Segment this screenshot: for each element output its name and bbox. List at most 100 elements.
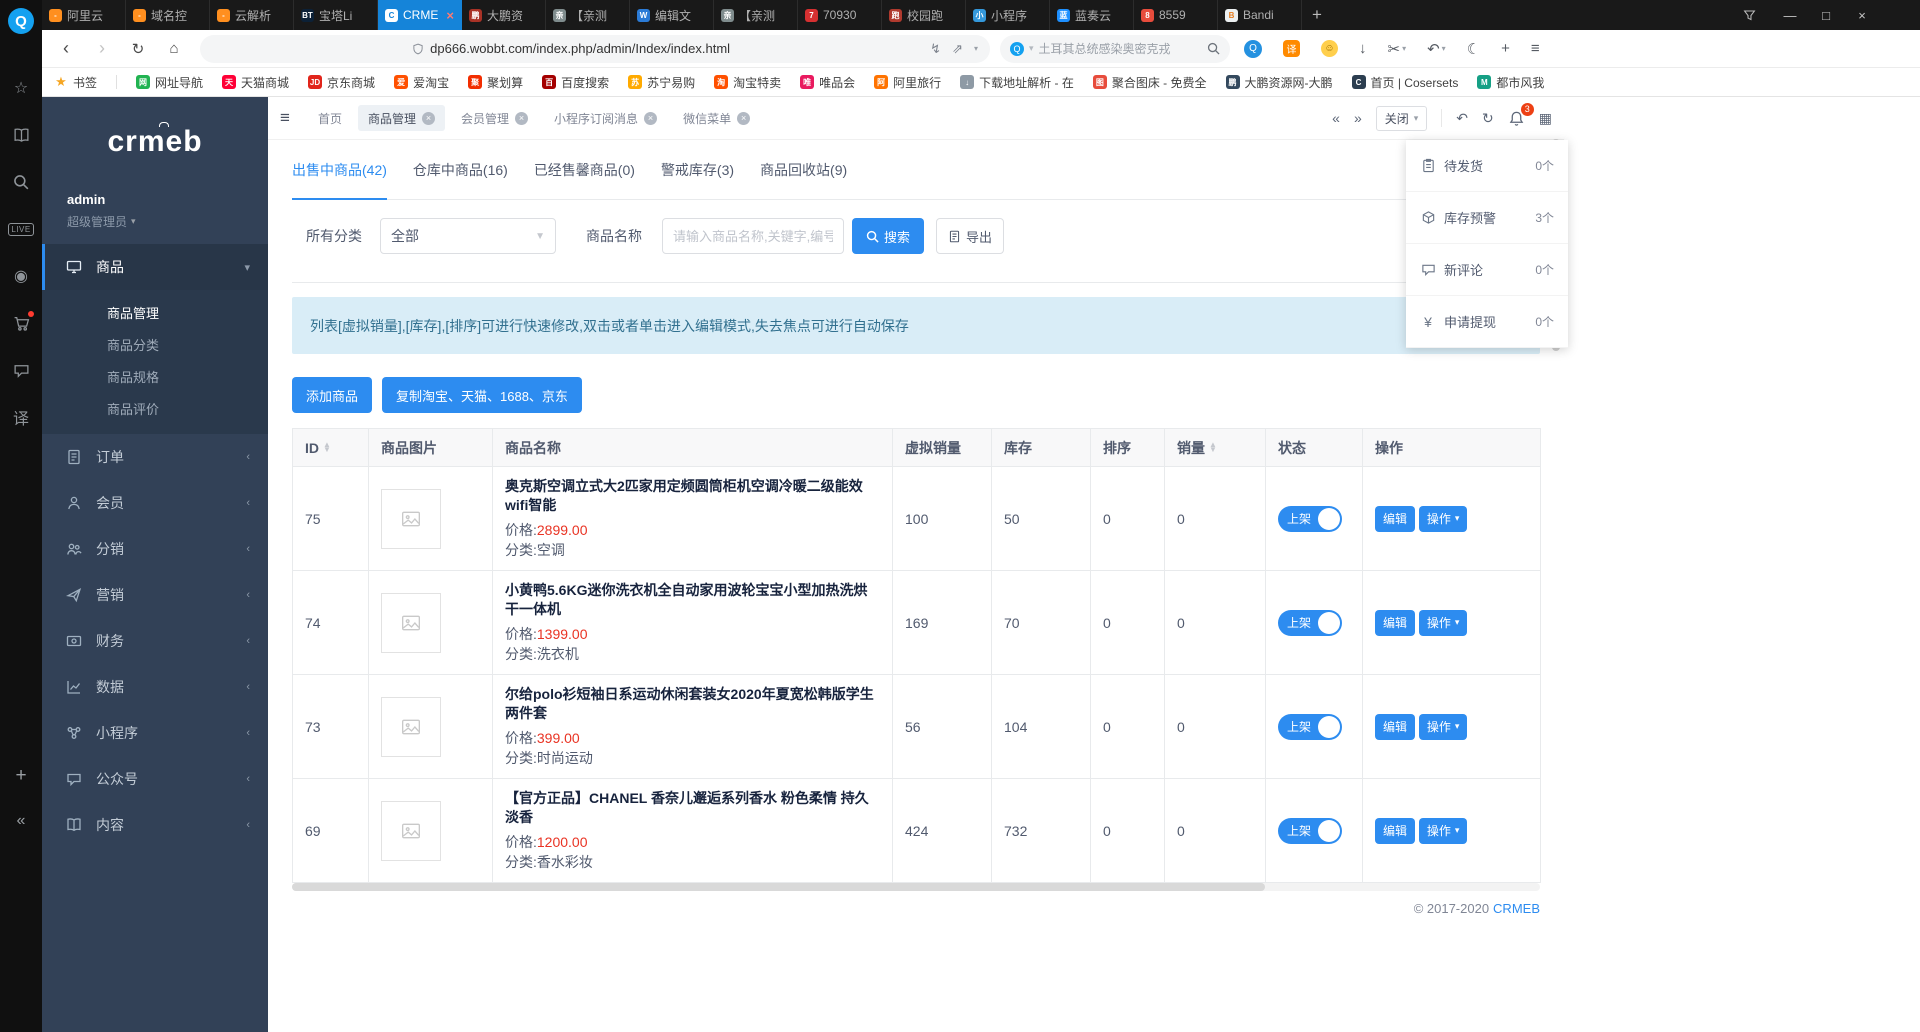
url-text[interactable]: dp666.wobbt.com/index.php/admin/Index/in… [430,41,730,56]
refresh-icon[interactable]: ↻ [1482,110,1494,127]
collapse-menu-icon[interactable]: ≡ [280,108,308,128]
virtual-sales-value[interactable]: 56 [905,719,921,735]
search-icon[interactable] [11,172,31,192]
bookmark-item[interactable]: JD京东商城 [308,74,375,91]
bookmark-item[interactable]: 聚聚划算 [468,74,523,91]
chevron-down-icon[interactable]: ▾ [1029,43,1034,54]
sidebar-item-members[interactable]: 会员‹ [42,480,268,526]
tab-stock-warning[interactable]: 警戒库存(3) [661,160,734,199]
tag-close-icon[interactable]: × [422,112,435,125]
more-actions-button[interactable]: 操作▾ [1419,506,1468,532]
search-icon[interactable] [1207,42,1220,55]
browser-tab[interactable]: 88559 [1134,0,1218,30]
sidebar-item-miniprogram[interactable]: 小程序‹ [42,710,268,756]
apps-icon[interactable]: ◉ [11,266,31,286]
ad-filter-icon[interactable] [1732,0,1766,30]
bookmark-item[interactable]: 网网址导航 [136,74,203,91]
share-icon[interactable]: ⇗ [952,41,963,57]
notif-item-new-comments[interactable]: 新评论0个 [1406,244,1568,296]
status-toggle[interactable]: 上架 [1278,714,1342,740]
close-tags-dropdown[interactable]: 关闭▾ [1376,106,1428,131]
virtual-sales-value[interactable]: 424 [905,823,928,839]
edit-button[interactable]: 编辑 [1375,818,1415,844]
product-title[interactable]: 奥克斯空调立式大2匹家用定频圆筒柜机空调冷暖二级能效wifi智能 [505,477,880,515]
product-image[interactable] [381,697,441,757]
undo-icon[interactable]: ↶ [1456,110,1468,127]
sidebar-item-official-account[interactable]: 公众号‹ [42,756,268,802]
tab-recycle-bin[interactable]: 商品回收站(9) [760,160,847,199]
chevron-down-icon[interactable]: ▾ [974,44,978,53]
download-icon[interactable]: ↓ [1359,40,1367,57]
copy-goods-button[interactable]: 复制淘宝、天猫、1688、京东 [382,377,582,413]
sidebar-item-goods-review[interactable]: 商品评价 [42,394,268,426]
bookmark-item[interactable]: 天天猫商城 [222,74,289,91]
night-mode-icon[interactable]: ☾ [1467,40,1480,58]
sidebar-item-content[interactable]: 内容‹ [42,802,268,848]
status-toggle[interactable]: 上架 [1278,506,1342,532]
admin-role[interactable]: 超级管理员▾ [67,213,268,230]
bookmark-item[interactable]: 苏苏宁易购 [628,74,695,91]
close-button[interactable]: × [1844,0,1880,30]
tab-soldout[interactable]: 已经售馨商品(0) [534,160,635,199]
browser-tab[interactable]: 亲【亲测 [714,0,798,30]
status-toggle[interactable]: 上架 [1278,610,1342,636]
category-select[interactable]: 全部▼ [380,218,556,254]
user-avatar[interactable]: Q [1244,40,1262,58]
page-tag-subscribe-message[interactable]: 小程序订阅消息× [544,105,667,131]
sort-value[interactable]: 0 [1103,615,1111,631]
more-actions-button[interactable]: 操作▾ [1419,610,1468,636]
browser-tab[interactable]: 鹏大鹏资 [462,0,546,30]
bookmark-item[interactable]: C首页 | Cosersets [1352,74,1459,91]
strip-collapse-icon[interactable]: « [0,812,42,830]
product-title[interactable]: 小黄鸭5.6KG迷你洗衣机全自动家用波轮宝宝小型加热洗烘干一体机 [505,581,880,619]
sidebar-item-goods-spec[interactable]: 商品规格 [42,362,268,394]
notif-item-pending-shipment[interactable]: 待发货0个 [1406,140,1568,192]
browser-tab[interactable]: 小小程序 [966,0,1050,30]
tab-close-icon[interactable]: × [446,8,454,23]
export-button[interactable]: 导出 [936,218,1004,254]
bookmark-item[interactable]: 阿阿里旅行 [874,74,941,91]
notif-item-stock-warning[interactable]: 库存预警3个 [1406,192,1568,244]
screenshot-icon[interactable]: ✂▾ [1388,40,1407,58]
status-toggle[interactable]: 上架 [1278,818,1342,844]
page-tag-home[interactable]: 首页 [308,105,352,131]
browser-tab[interactable]: -阿里云 [42,0,126,30]
translate-icon[interactable]: 译 [11,407,31,427]
bookmark-item[interactable]: 图聚合图床 - 免费全 [1093,74,1207,91]
page-tag-wechat-menu[interactable]: 微信菜单× [673,105,760,131]
search-button[interactable]: 搜索 [852,218,924,254]
sidebar-item-finance[interactable]: 财务‹ [42,618,268,664]
bookmark-item[interactable]: 爱爱淘宝 [394,74,449,91]
refresh-icon[interactable]: ↻ [120,40,156,58]
bookmark-item[interactable]: 淘淘宝特卖 [714,74,781,91]
hot-search-text[interactable]: 土耳其总统感染奥密克戎 [1039,40,1202,57]
reading-book-icon[interactable] [11,125,31,145]
sort-value[interactable]: 0 [1103,823,1111,839]
menu-icon[interactable]: ≡ [1531,40,1540,57]
translate-icon[interactable]: 译 [1283,40,1300,57]
page-tag-goods-manage[interactable]: 商品管理× [358,105,445,131]
live-icon[interactable]: LIVE [11,219,31,239]
bookmark-item[interactable]: ↓下载地址解析 - 在 [960,74,1074,91]
sort-value[interactable]: 0 [1103,719,1111,735]
site-info-icon[interactable] [412,43,424,55]
browser-tab[interactable]: 770930 [798,0,882,30]
shopping-cart-icon[interactable] [11,313,31,333]
search-engine-icon[interactable]: Q [1010,42,1024,56]
quick-search-box[interactable]: Q ▾ 土耳其总统感染奥密克戎 [1000,35,1230,63]
stock-value[interactable]: 104 [1004,719,1027,735]
bookmark-item[interactable]: M都市风我 [1477,74,1544,91]
tab-warehouse[interactable]: 仓库中商品(16) [413,160,508,199]
sort-icon[interactable]: ▲▼ [323,443,331,452]
product-image[interactable] [381,801,441,861]
add-icon[interactable]: + [1501,40,1510,57]
maximize-button[interactable]: □ [1808,0,1844,30]
bookmark-item[interactable]: 百百度搜索 [542,74,609,91]
chat-icon[interactable] [11,360,31,380]
sidebar-item-goods-manage[interactable]: 商品管理 [42,298,268,330]
home-icon[interactable]: ⌂ [156,40,192,57]
bookmark-item[interactable]: ★书签 [54,74,97,91]
browser-tab[interactable]: 亲【亲测 [546,0,630,30]
notifications-bell-icon[interactable]: 3 [1508,110,1525,127]
more-actions-button[interactable]: 操作▾ [1419,714,1468,740]
